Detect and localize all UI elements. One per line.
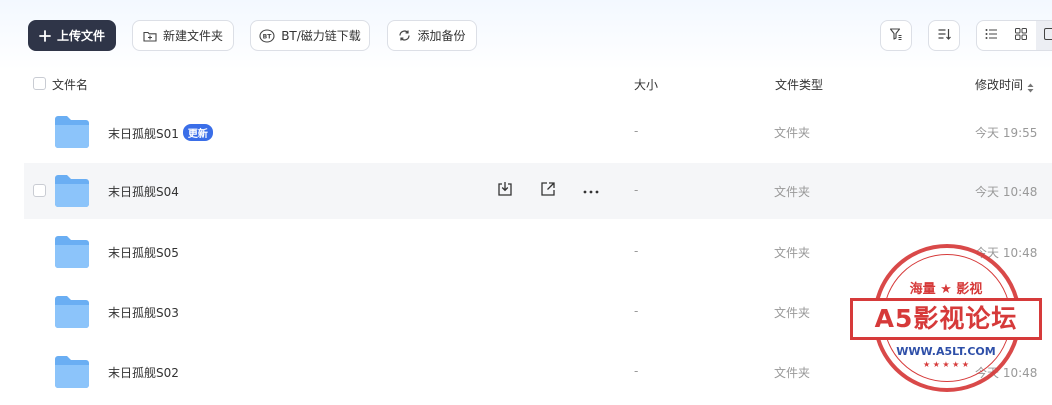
svg-text:BT: BT (263, 33, 273, 40)
list-view-icon (985, 28, 998, 43)
file-type: 文件夹 (774, 366, 811, 380)
column-header-modified-label: 修改时间 (975, 78, 1024, 92)
file-size: - (634, 364, 639, 378)
filter-button[interactable] (880, 20, 912, 51)
file-size: - (634, 124, 639, 138)
file-name[interactable]: 末日孤舰S03 (108, 304, 179, 321)
share-button[interactable] (537, 179, 559, 201)
file-size: - (634, 244, 639, 258)
view-mode-toggle (976, 20, 1052, 51)
grid-view-icon (1014, 28, 1027, 43)
folder-icon (54, 355, 90, 389)
add-backup-button[interactable]: 添加备份 (387, 20, 477, 51)
toolbar: 上传文件 新建文件夹 BT BT/磁力链下载 添加备份 (0, 0, 1052, 70)
download-button[interactable] (494, 179, 516, 201)
file-modified-time: 今天 19:55 (975, 126, 1038, 140)
table-row[interactable]: 末日孤舰S02 - 文件夹 今天 10:48 (24, 344, 1052, 400)
sync-icon (398, 29, 411, 42)
file-name[interactable]: 末日孤舰S01 更新 (108, 124, 213, 142)
file-type: 文件夹 (774, 126, 811, 140)
file-modified-time: 今天 10:48 (975, 185, 1038, 199)
file-size: - (634, 183, 639, 197)
file-name[interactable]: 末日孤舰S05 (108, 244, 179, 261)
sort-order-icon (937, 27, 951, 44)
file-type: 文件夹 (774, 185, 811, 199)
table-row[interactable]: 末日孤舰S04 - 文件夹 今天 10:48 (24, 163, 1052, 219)
file-modified-time: 今天 10:48 (975, 306, 1038, 320)
download-icon (497, 181, 513, 200)
sort-toggle-icon (1027, 82, 1034, 96)
column-header-modified[interactable]: 修改时间 (975, 76, 1034, 93)
file-name[interactable]: 末日孤舰S02 (108, 364, 179, 381)
table-row[interactable]: 末日孤舰S05 - 文件夹 今天 10:48 (24, 224, 1052, 280)
more-icon (583, 183, 599, 197)
file-size: - (634, 304, 639, 318)
select-all-checkbox[interactable] (33, 77, 46, 90)
folder-icon (54, 174, 90, 208)
new-folder-icon (143, 30, 157, 42)
sort-button[interactable] (928, 20, 960, 51)
new-folder-button[interactable]: 新建文件夹 (132, 20, 234, 51)
file-modified-time: 今天 10:48 (975, 366, 1038, 380)
large-view-button[interactable] (1035, 21, 1052, 50)
column-header-name[interactable]: 文件名 (52, 76, 88, 93)
new-folder-button-label: 新建文件夹 (162, 29, 223, 43)
bt-icon: BT (259, 28, 275, 43)
more-button[interactable] (580, 179, 602, 201)
grid-view-button[interactable] (1006, 21, 1035, 50)
file-type: 文件夹 (774, 306, 811, 320)
add-backup-label: 添加备份 (417, 29, 466, 43)
list-view-button[interactable] (977, 21, 1006, 50)
folder-icon (54, 295, 90, 329)
column-header-size[interactable]: 大小 (634, 76, 658, 93)
folder-icon (54, 115, 90, 149)
row-actions (494, 179, 602, 201)
bt-magnet-download-button[interactable]: BT BT/磁力链下载 (250, 20, 370, 51)
filter-icon (889, 27, 903, 44)
share-icon (540, 181, 556, 200)
upload-button-label: 上传文件 (56, 29, 105, 43)
update-badge: 更新 (182, 124, 213, 141)
file-name[interactable]: 末日孤舰S04 (108, 183, 179, 200)
bt-magnet-download-label: BT/磁力链下载 (281, 29, 361, 43)
file-modified-time: 今天 10:48 (975, 246, 1038, 260)
upload-button[interactable]: 上传文件 (28, 20, 116, 51)
table-row[interactable]: 末日孤舰S01 更新 - 文件夹 今天 19:55 (24, 104, 1052, 160)
folder-icon (54, 235, 90, 269)
column-header-type[interactable]: 文件类型 (775, 76, 823, 93)
table-header: 文件名 大小 文件类型 修改时间 (0, 70, 1052, 98)
file-type: 文件夹 (774, 246, 811, 260)
large-view-icon (1044, 28, 1052, 43)
file-name-text: 末日孤舰S01 (108, 127, 179, 141)
row-checkbox[interactable] (33, 184, 46, 197)
plus-icon (39, 29, 51, 42)
table-row[interactable]: 末日孤舰S03 - 文件夹 今天 10:48 (24, 284, 1052, 340)
